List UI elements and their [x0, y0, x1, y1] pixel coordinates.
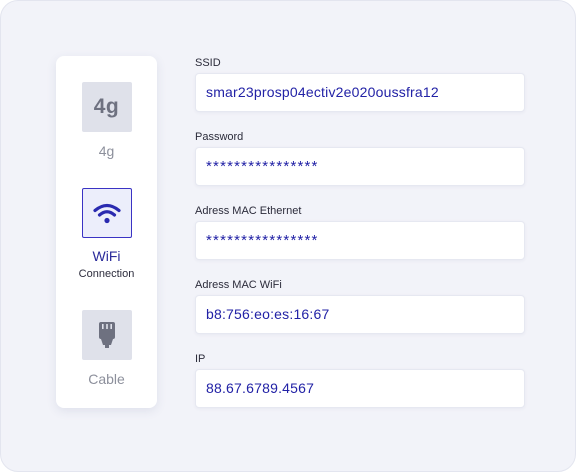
- option-4g[interactable]: 4g 4g: [56, 82, 157, 159]
- 4g-icon-text: 4g: [93, 95, 120, 118]
- option-wifi-sublabel: Connection: [78, 268, 135, 280]
- option-wifi[interactable]: WiFi Connection: [56, 188, 157, 280]
- ssid-label: SSID: [195, 57, 221, 69]
- wifi-icon: [81, 188, 132, 238]
- mac-wifi-field-group: Adress MAC WiFi b8:756:eo:es:16:67: [195, 279, 525, 334]
- ip-label: IP: [195, 353, 206, 365]
- network-settings-panel: 4g 4g WiFi Connection Cable SSID smar23p…: [0, 0, 576, 472]
- mac-wifi-label: Adress MAC WiFi: [195, 279, 282, 291]
- option-cable[interactable]: Cable: [56, 310, 157, 387]
- option-cable-label: Cable: [88, 371, 125, 387]
- ip-input[interactable]: 88.67.6789.4567: [195, 369, 525, 408]
- mac-wifi-input[interactable]: b8:756:eo:es:16:67: [195, 295, 525, 334]
- password-input[interactable]: ****************: [195, 147, 525, 186]
- password-field-group: Password ****************: [195, 131, 525, 186]
- mac-ethernet-field-group: Adress MAC Ethernet ****************: [195, 205, 525, 260]
- ssid-input[interactable]: smar23prosp04ectiv2e020oussfra12: [195, 73, 525, 112]
- ethernet-cable-icon: [81, 310, 132, 360]
- option-4g-label: 4g: [98, 143, 115, 159]
- ethernet-cable-icon-graphic: [98, 322, 115, 348]
- mac-ethernet-input[interactable]: ****************: [195, 221, 525, 260]
- ip-field-group: IP 88.67.6789.4567: [195, 353, 525, 408]
- password-label: Password: [195, 131, 244, 143]
- mac-ethernet-label: Adress MAC Ethernet: [195, 205, 302, 217]
- option-wifi-label: WiFi: [92, 248, 121, 264]
- wifi-icon-graphic: [92, 203, 121, 224]
- connection-type-sidebar: 4g 4g WiFi Connection Cable: [56, 56, 157, 408]
- 4g-icon: 4g: [81, 82, 132, 132]
- ssid-field-group: SSID smar23prosp04ectiv2e020oussfra12: [195, 57, 525, 112]
